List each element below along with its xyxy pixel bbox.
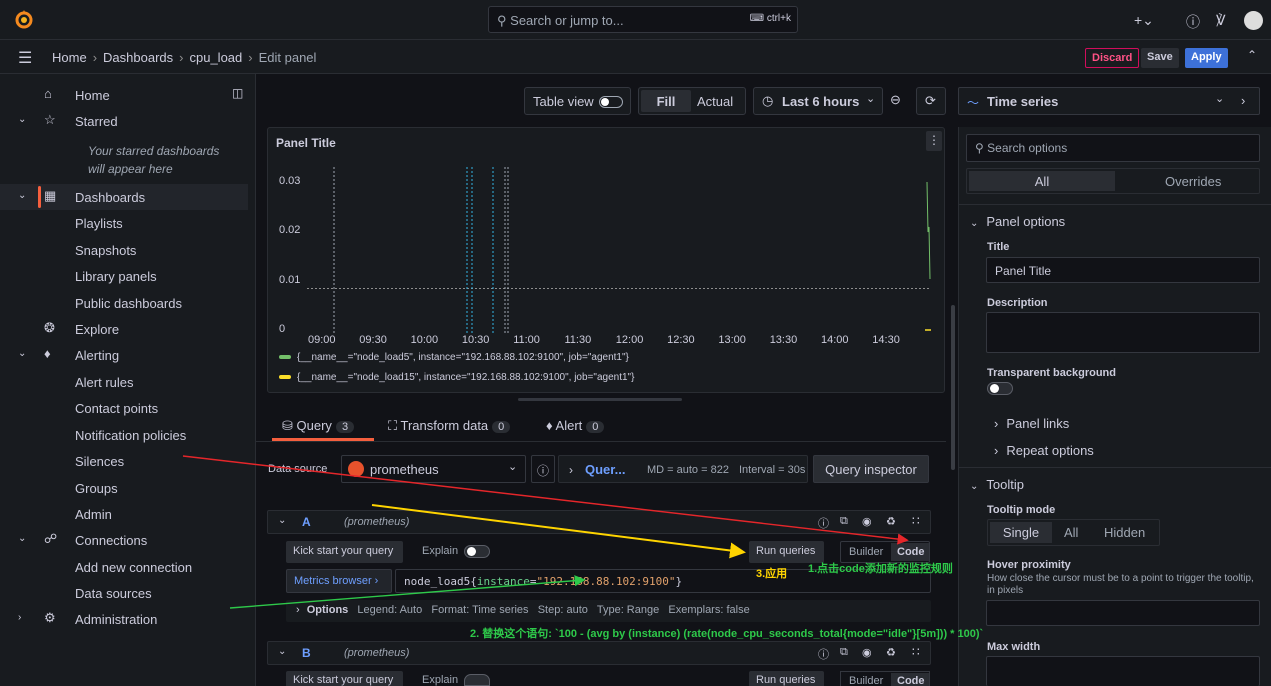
annotation-arrows bbox=[182, 455, 909, 609]
annotation-step1: 1.点击code添加新的监控规则 bbox=[808, 563, 953, 575]
arrow-to-run-queries bbox=[371, 504, 746, 559]
annotation-step2: 2. 替换这个语句: `100 - (avg by (instance) (ra… bbox=[470, 628, 984, 640]
arrow-to-query-input bbox=[229, 575, 586, 609]
annotation-step3: 3.应用 bbox=[756, 568, 788, 580]
